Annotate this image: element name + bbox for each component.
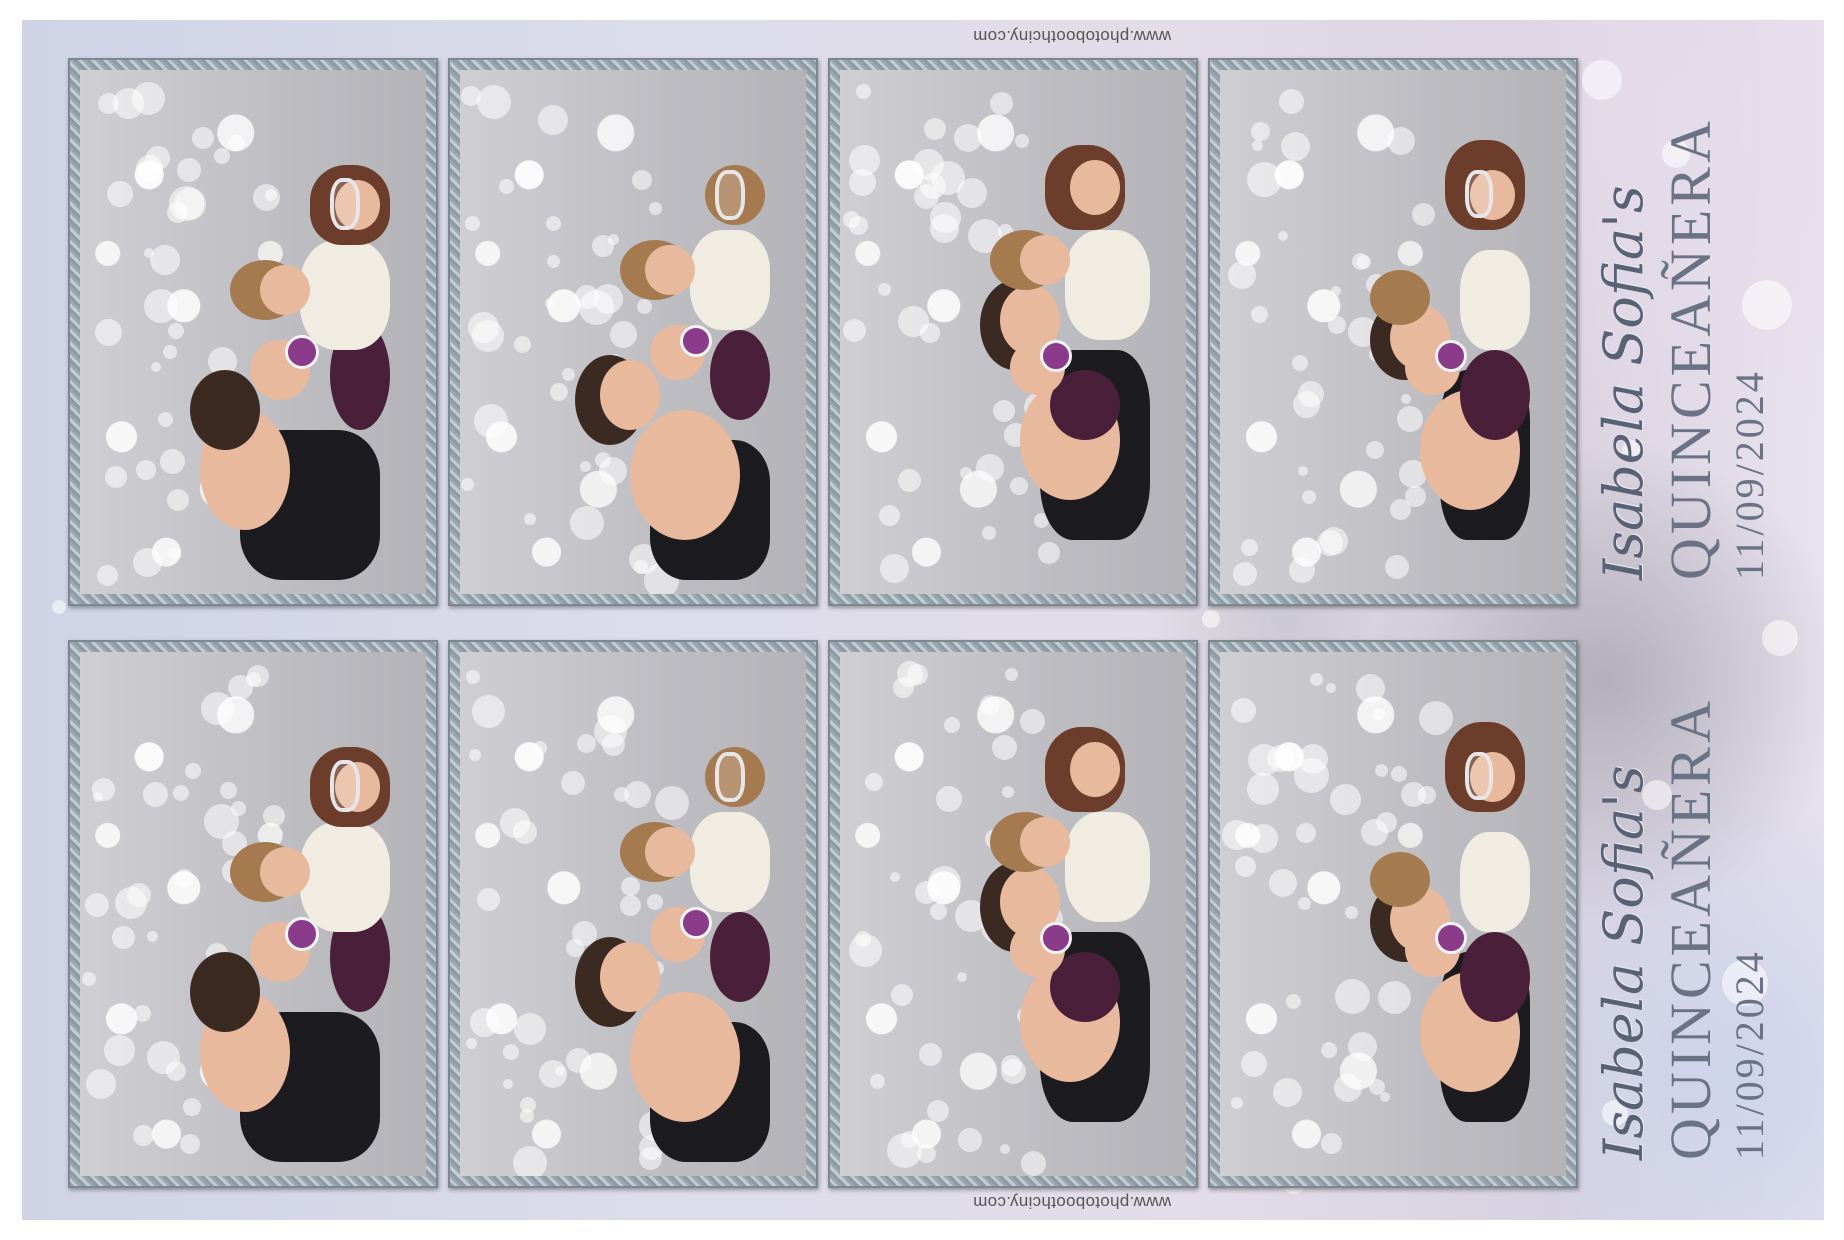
- event-title: QUINCEAÑERA: [1658, 117, 1723, 580]
- photo-4: [1220, 70, 1566, 594]
- photo-frame-7: [828, 640, 1198, 1188]
- photo-frame-5: [68, 640, 438, 1188]
- photo-frame-2: [448, 58, 818, 606]
- photo-3: [840, 70, 1186, 594]
- photo-frame-4: [1208, 58, 1578, 606]
- photo-8: [1220, 652, 1566, 1176]
- title-block-bottom: Isabela Sofia's QUINCEAÑERA 11/09/2024: [1592, 600, 1772, 1160]
- title-block-top: Isabela Sofia's QUINCEAÑERA 11/09/2024: [1592, 20, 1772, 580]
- photo-frame-6: [448, 640, 818, 1188]
- photo-frame-8: [1208, 640, 1578, 1188]
- photo-frame-1: [68, 58, 438, 606]
- watermark-top: www.photoboothciny.com: [972, 27, 1172, 46]
- event-title: QUINCEAÑERA: [1658, 697, 1723, 1160]
- event-date: 11/09/2024: [1727, 949, 1772, 1160]
- photo-7: [840, 652, 1186, 1176]
- photo-2: [460, 70, 806, 594]
- photo-frame-3: [828, 58, 1198, 606]
- celebrant-name: Isabela Sofia's: [1592, 765, 1655, 1160]
- watermark-bottom: www.photoboothciny.com: [972, 1193, 1172, 1212]
- photo-1: [80, 70, 426, 594]
- event-date: 11/09/2024: [1727, 369, 1772, 580]
- photo-strip-sheet: www.photoboothciny.com www.photoboothcin…: [22, 20, 1824, 1220]
- photo-5: [80, 652, 426, 1176]
- celebrant-name: Isabela Sofia's: [1592, 185, 1655, 580]
- photo-6: [460, 652, 806, 1176]
